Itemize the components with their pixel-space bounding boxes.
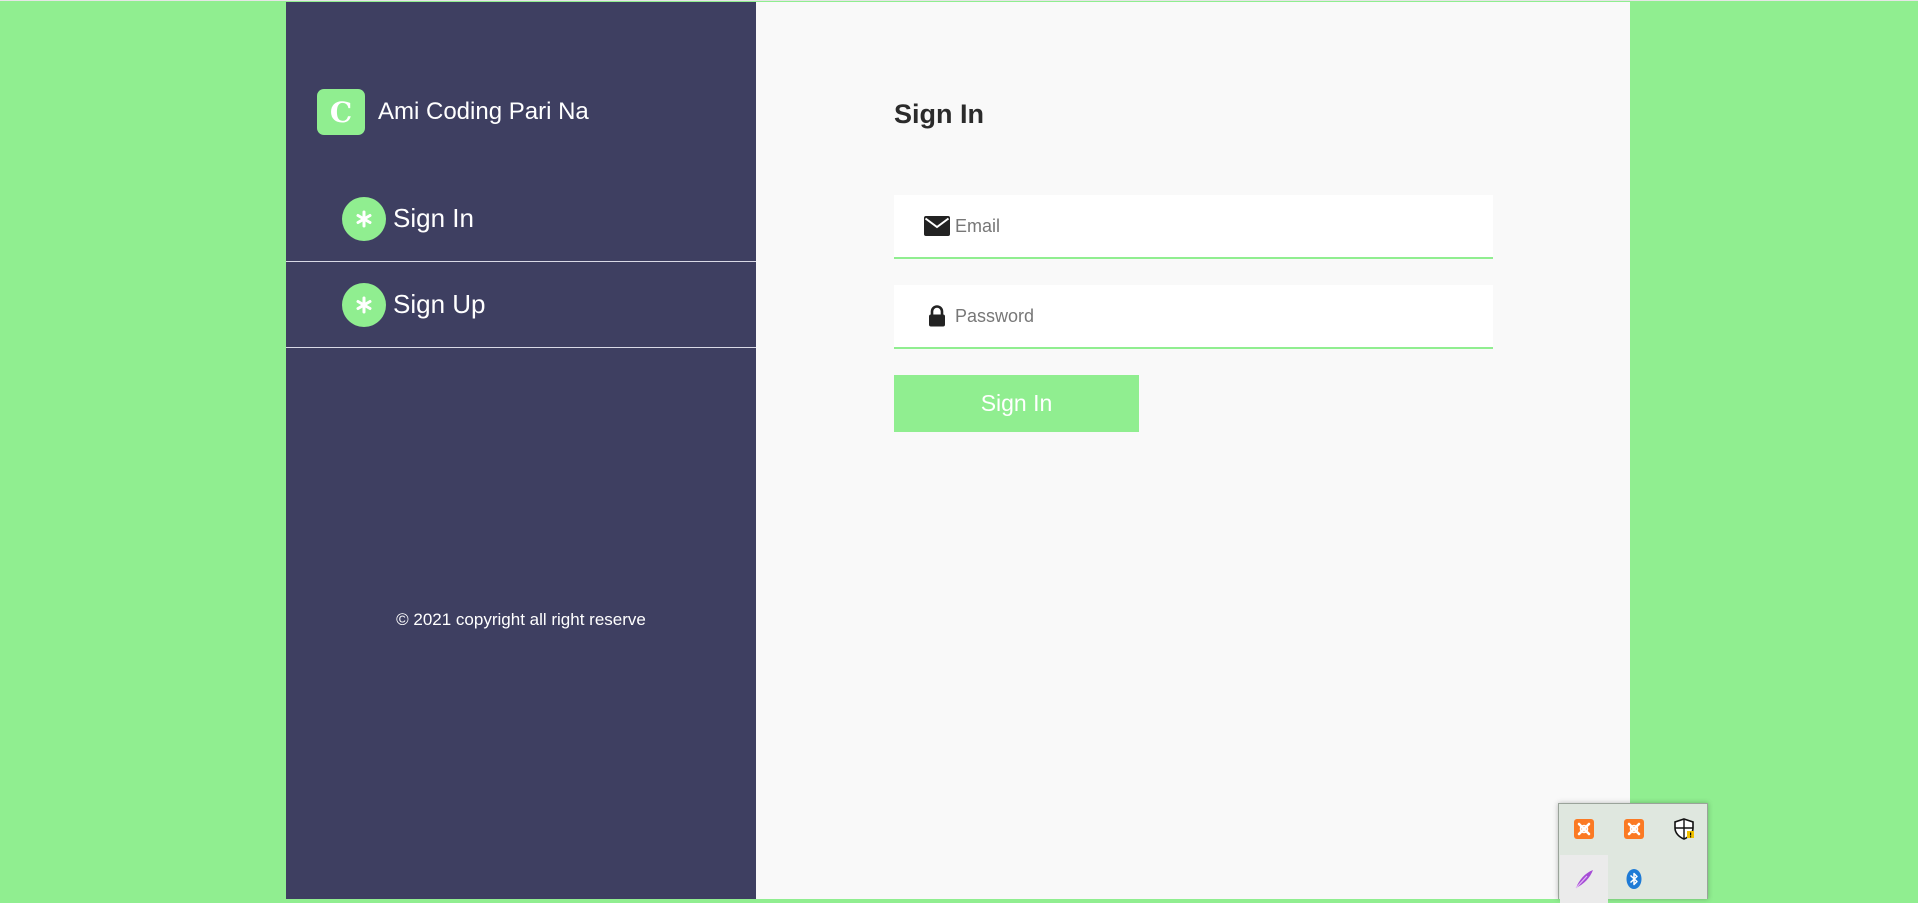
bluetooth-icon[interactable] — [1610, 855, 1658, 903]
password-input[interactable] — [953, 295, 1457, 337]
sidebar-item-sign-up[interactable]: Sign Up — [286, 262, 756, 348]
lock-icon — [922, 305, 952, 327]
brand-name: Ami Coding Pari Na — [378, 98, 589, 125]
email-field-wrapper — [894, 195, 1493, 259]
feather-icon[interactable] — [1560, 855, 1608, 903]
email-input[interactable] — [953, 205, 1457, 247]
xampp-icon[interactable] — [1610, 805, 1658, 853]
asterisk-icon — [342, 196, 386, 241]
top-border — [0, 0, 1918, 1]
copyright-text: © 2021 copyright all right reserve — [396, 610, 646, 629]
sidebar: C Ami Coding Pari Na Sign In Sign Up © 2… — [286, 2, 756, 899]
sidebar-item-label: Sign In — [393, 203, 474, 233]
system-tray-overflow — [1558, 803, 1708, 903]
sidebar-item-label: Sign Up — [393, 289, 486, 319]
main-panel: Sign In Sign In — [756, 2, 1630, 899]
envelope-icon — [922, 216, 952, 236]
asterisk-icon — [342, 282, 386, 327]
password-field-wrapper — [894, 285, 1493, 349]
sidebar-item-sign-in[interactable]: Sign In — [286, 176, 756, 262]
brand[interactable]: C Ami Coding Pari Na — [317, 89, 589, 135]
brand-logo: C — [317, 89, 365, 135]
xampp-icon[interactable] — [1560, 805, 1608, 853]
windows-security-icon[interactable] — [1660, 805, 1708, 853]
sign-in-button[interactable]: Sign In — [894, 375, 1139, 432]
page-title: Sign In — [894, 99, 984, 129]
